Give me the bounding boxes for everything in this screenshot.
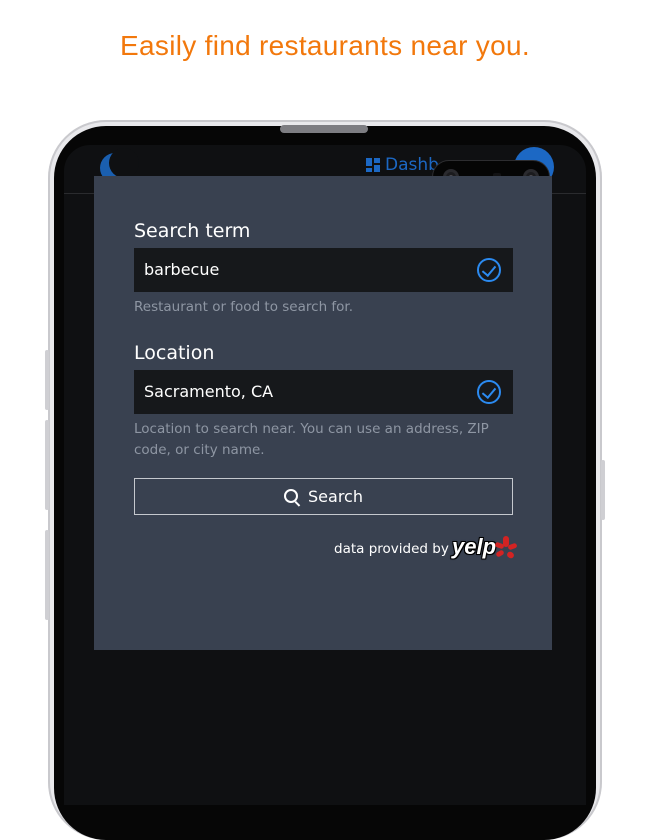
check-circle-icon xyxy=(477,380,501,404)
location-value: Sacramento, CA xyxy=(144,382,274,401)
search-term-label: Search term xyxy=(134,220,251,242)
search-term-value: barbecue xyxy=(144,260,220,279)
location-input[interactable]: Sacramento, CA xyxy=(134,370,513,414)
nav-dashboard[interactable]: Dashb xyxy=(366,155,439,175)
phone-side-button xyxy=(45,420,49,510)
location-label: Location xyxy=(134,342,215,364)
yelp-burst-icon xyxy=(494,536,518,560)
yelp-logo: yelp xyxy=(452,534,497,559)
nav-dashboard-label: Dashb xyxy=(385,155,439,175)
phone-speaker xyxy=(280,125,368,133)
phone-side-button xyxy=(601,460,605,520)
search-button[interactable]: Search xyxy=(134,478,513,515)
marketing-headline: Easily find restaurants near you. xyxy=(120,30,530,61)
check-circle-icon xyxy=(477,258,501,282)
search-button-label: Search xyxy=(308,487,363,506)
phone-side-button xyxy=(45,350,49,410)
search-term-input[interactable]: barbecue xyxy=(134,248,513,292)
dashboard-grid-icon xyxy=(366,158,380,172)
phone-side-button xyxy=(45,530,49,620)
location-hint: Location to search near. You can use an … xyxy=(134,421,489,458)
attribution-text: data provided by xyxy=(334,541,449,557)
search-icon xyxy=(284,489,299,503)
search-dialog: Search term barbecue Restaurant or food … xyxy=(94,176,552,650)
search-term-hint: Restaurant or food to search for. xyxy=(134,299,354,315)
